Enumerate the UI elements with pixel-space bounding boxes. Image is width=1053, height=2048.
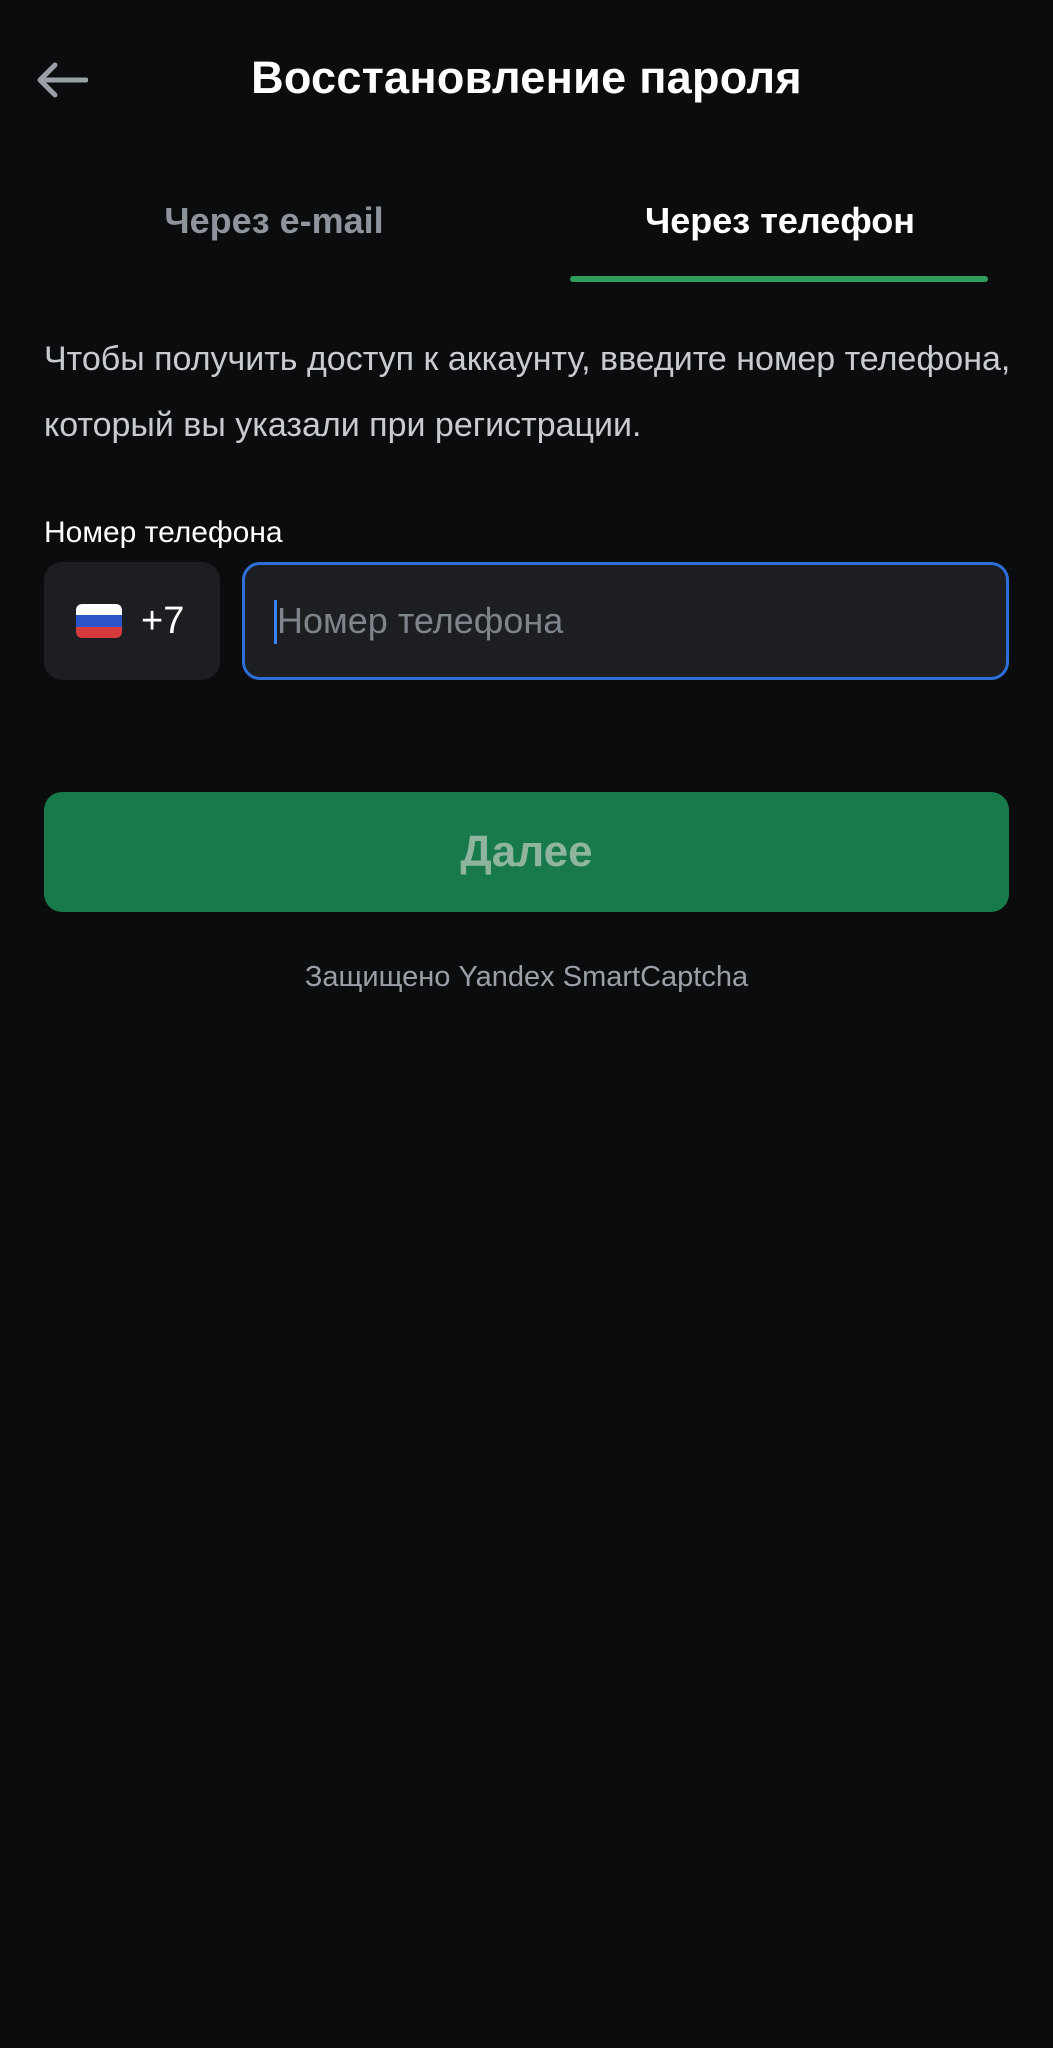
russia-flag-icon <box>76 604 122 638</box>
country-code: +7 <box>141 600 185 642</box>
next-button[interactable]: Далее <box>44 792 1009 912</box>
phone-field-label: Номер телефона <box>44 516 283 549</box>
phone-number-input[interactable] <box>242 562 1009 680</box>
text-cursor <box>274 600 277 644</box>
country-code-selector[interactable]: +7 <box>44 562 220 680</box>
instructions-text: Чтобы получить доступ к аккаунту, введит… <box>44 340 1011 444</box>
header: Восстановление пароля <box>0 0 1053 160</box>
tab-email[interactable]: Через e-mail <box>64 190 484 282</box>
active-tab-indicator <box>570 276 988 282</box>
captcha-notice: Защищено Yandex SmartCaptcha <box>304 961 749 993</box>
tab-bar: Через e-mail Через телефон <box>0 190 1053 282</box>
page-title: Восстановление пароля <box>251 52 802 103</box>
tab-phone[interactable]: Через телефон <box>570 190 990 282</box>
